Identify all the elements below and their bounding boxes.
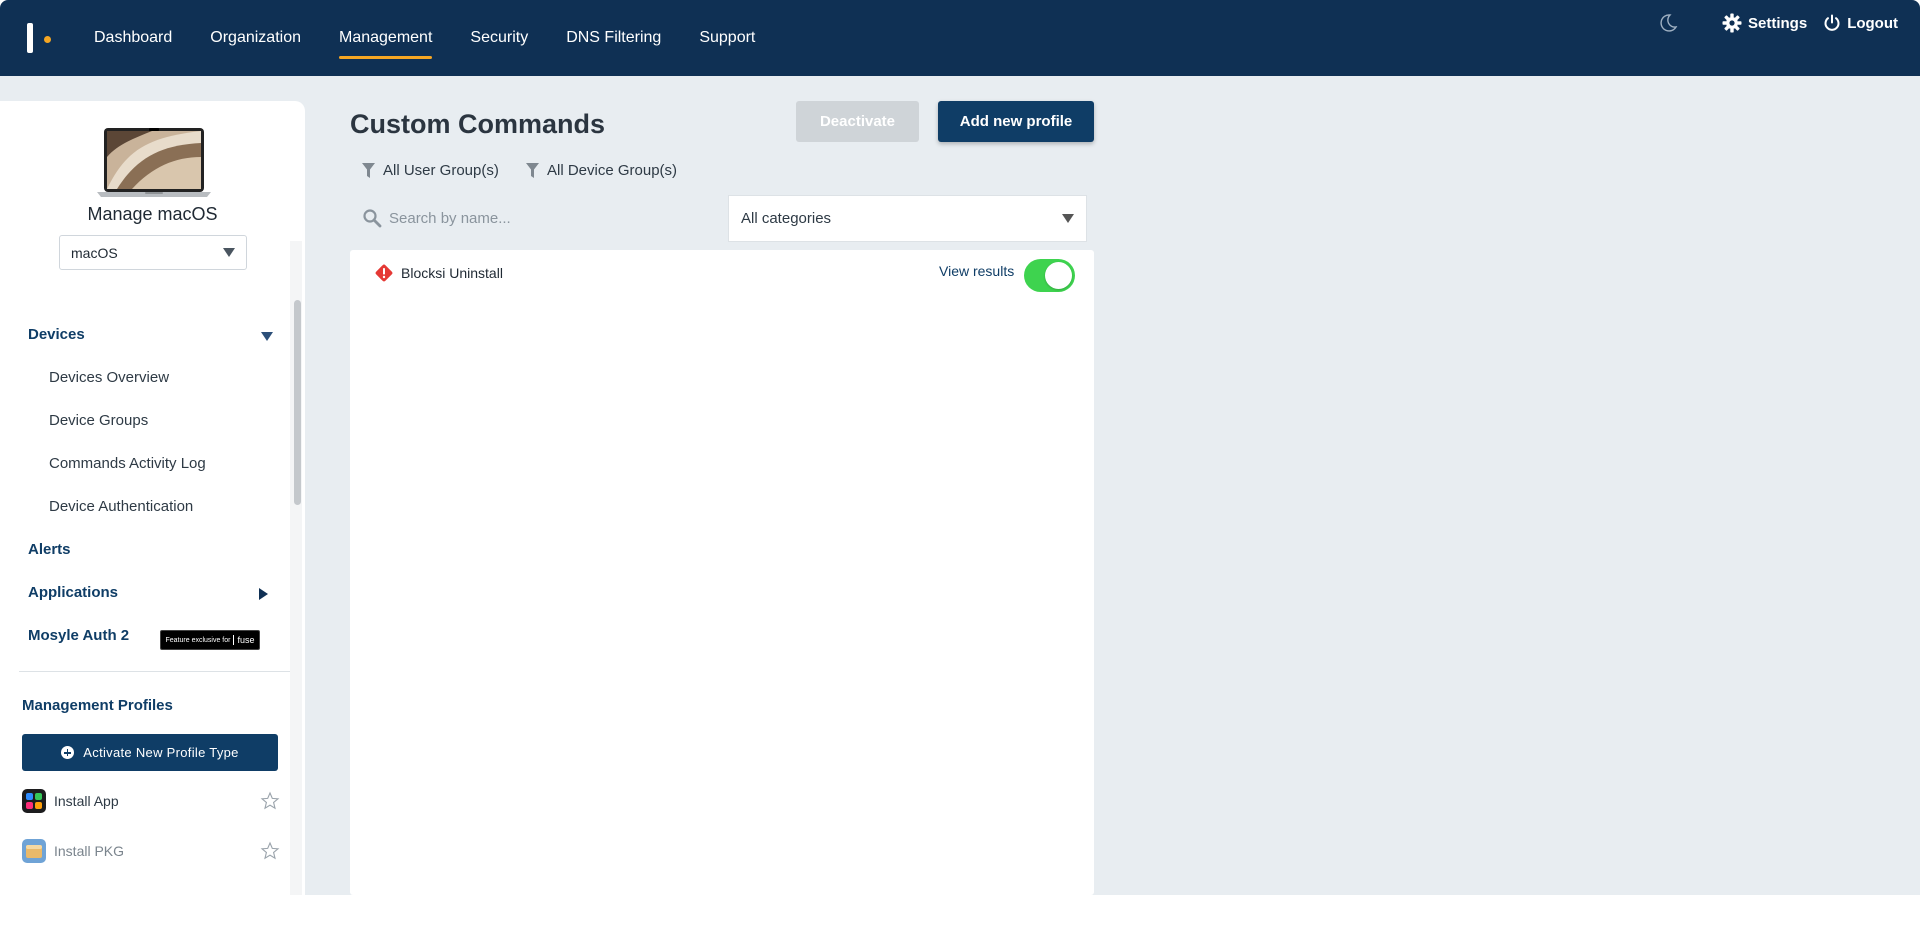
- fuse-badge-brand: fuse: [237, 635, 255, 645]
- top-right-controls: Settings Logout: [1658, 0, 1898, 46]
- view-results-link[interactable]: View results: [939, 263, 1014, 279]
- sidebar: Manage macOS macOS Devices Devices Overv…: [0, 101, 305, 895]
- filter-icon: [526, 163, 539, 178]
- logo-dot: [44, 36, 51, 43]
- gear-icon: [1722, 13, 1742, 33]
- sidebar-section-devices[interactable]: Devices: [28, 326, 85, 343]
- commands-list: Blocksi Uninstall View results: [350, 250, 1094, 895]
- search-box: [350, 195, 725, 241]
- sidebar-section-applications[interactable]: Applications: [28, 584, 118, 601]
- chevron-right-icon[interactable]: [259, 588, 268, 600]
- sidebar-item-commands-activity-log[interactable]: Commands Activity Log: [49, 455, 206, 472]
- nav-dns-filtering[interactable]: DNS Filtering: [566, 0, 661, 76]
- command-enabled-toggle[interactable]: [1024, 259, 1075, 292]
- profile-item-install-app[interactable]: Install App: [22, 789, 280, 813]
- chevron-down-icon: [1062, 214, 1074, 223]
- sidebar-scrollbar-thumb[interactable]: [294, 300, 301, 505]
- os-select[interactable]: macOS: [59, 235, 247, 270]
- settings-link[interactable]: Settings: [1722, 13, 1807, 33]
- sidebar-section-alerts[interactable]: Alerts: [28, 541, 71, 558]
- management-profiles-title: Management Profiles: [22, 697, 173, 714]
- warning-icon: [375, 264, 393, 282]
- page-title: Custom Commands: [350, 109, 606, 139]
- nav-dashboard[interactable]: Dashboard: [94, 0, 172, 76]
- user-groups-filter[interactable]: All User Group(s): [362, 162, 499, 179]
- list-item: Blocksi Uninstall View results: [350, 250, 1094, 300]
- logout-label: Logout: [1847, 14, 1898, 32]
- nav-organization[interactable]: Organization: [210, 0, 301, 76]
- category-select[interactable]: All categories: [728, 195, 1087, 242]
- install-pkg-icon: [22, 839, 46, 863]
- filter-icon: [362, 163, 375, 178]
- activate-profile-type-button[interactable]: Activate New Profile Type: [22, 734, 278, 771]
- bottom-strip: [0, 895, 1920, 935]
- sidebar-divider: [19, 671, 291, 672]
- app-logo[interactable]: [27, 23, 51, 53]
- star-icon[interactable]: [260, 841, 280, 861]
- badge-divider: [233, 635, 235, 645]
- chevron-down-icon[interactable]: [261, 332, 273, 341]
- nav-support[interactable]: Support: [699, 0, 755, 76]
- profile-item-install-pkg[interactable]: Install PKG: [22, 839, 280, 863]
- activate-button-label: Activate New Profile Type: [83, 745, 239, 760]
- macbook-image: [97, 128, 211, 197]
- profile-label: Install App: [54, 793, 119, 809]
- sidebar-item-devices-overview[interactable]: Devices Overview: [49, 369, 169, 386]
- sidebar-item-device-groups[interactable]: Device Groups: [49, 412, 148, 429]
- sidebar-section-mosyle-auth[interactable]: Mosyle Auth 2: [28, 627, 129, 644]
- os-select-value: macOS: [71, 244, 118, 261]
- logout-link[interactable]: Logout: [1823, 14, 1898, 32]
- main-nav: Dashboard Organization Management Securi…: [94, 0, 793, 76]
- moon-icon[interactable]: [1658, 13, 1678, 33]
- top-navigation-bar: Dashboard Organization Management Securi…: [0, 0, 1920, 76]
- command-name[interactable]: Blocksi Uninstall: [401, 265, 503, 281]
- device-groups-label: All Device Group(s): [547, 162, 678, 179]
- nav-management[interactable]: Management: [339, 0, 433, 76]
- settings-label: Settings: [1748, 14, 1808, 32]
- search-input[interactable]: [389, 209, 709, 227]
- deactivate-button[interactable]: Deactivate: [796, 101, 919, 142]
- fuse-exclusive-badge: Feature exclusive for fuse: [160, 630, 260, 650]
- category-select-value: All categories: [741, 210, 832, 227]
- star-icon[interactable]: [260, 791, 280, 811]
- power-icon: [1824, 14, 1840, 31]
- chevron-down-icon: [223, 248, 235, 257]
- manage-title: Manage macOS: [87, 204, 218, 224]
- plus-circle-icon: [61, 746, 75, 759]
- install-app-icon: [22, 789, 46, 813]
- nav-security[interactable]: Security: [470, 0, 528, 76]
- search-icon: [363, 209, 382, 228]
- sidebar-item-device-authentication[interactable]: Device Authentication: [49, 498, 193, 515]
- logo-bar: [27, 23, 33, 53]
- user-groups-label: All User Group(s): [383, 162, 499, 179]
- add-new-profile-button[interactable]: Add new profile: [938, 101, 1094, 142]
- profile-label: Install PKG: [54, 843, 125, 859]
- device-groups-filter[interactable]: All Device Group(s): [526, 162, 677, 179]
- fuse-badge-text: Feature exclusive for: [165, 636, 231, 644]
